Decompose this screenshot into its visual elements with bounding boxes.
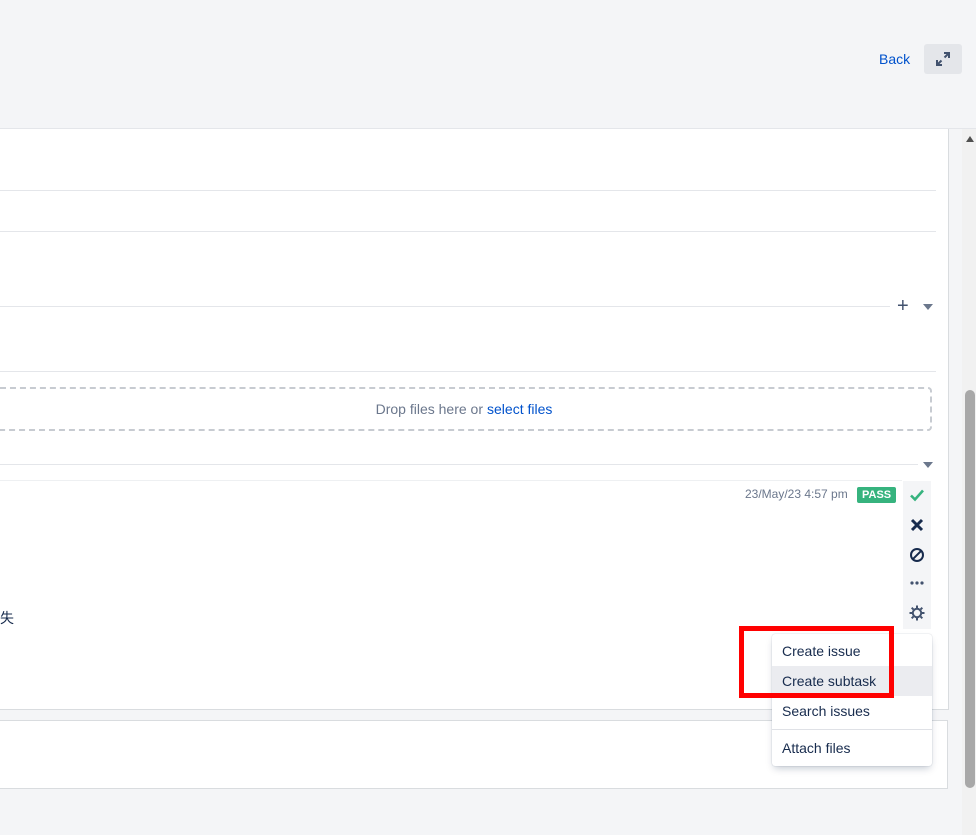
menu-item-create-subtask[interactable]: Create subtask: [772, 666, 932, 696]
blocked-button[interactable]: [907, 545, 927, 565]
settings-gear-icon: [909, 605, 925, 621]
divider: [0, 231, 936, 232]
back-link[interactable]: Back: [879, 51, 910, 67]
divider: [0, 190, 936, 191]
fail-button[interactable]: [907, 515, 927, 535]
execution-timestamp: 23/May/23 4:57 pm: [745, 487, 848, 501]
drop-text: Drop files here or: [375, 401, 484, 417]
chevron-down-icon[interactable]: [923, 304, 933, 310]
pass-button[interactable]: [907, 485, 927, 505]
chevron-down-icon[interactable]: [923, 462, 933, 468]
more-ellipsis-icon: [910, 581, 924, 585]
add-plus-icon[interactable]: +: [897, 296, 909, 316]
scroll-up-arrow-icon[interactable]: [966, 136, 974, 142]
file-drop-zone[interactable]: Drop files here or select files: [0, 387, 932, 431]
pass-check-icon: [910, 489, 924, 502]
divider: [0, 306, 890, 307]
status-badge: PASS: [857, 487, 897, 503]
scrollbar-thumb[interactable]: [965, 390, 975, 788]
text-fragment: 失: [0, 610, 14, 626]
execution-actions: [903, 481, 931, 629]
more-button[interactable]: [907, 573, 927, 593]
settings-dropdown-menu: Create issue Create subtask Search issue…: [772, 634, 932, 766]
select-files-link[interactable]: select files: [487, 401, 552, 417]
menu-item-attach-files[interactable]: Attach files: [772, 733, 932, 763]
expand-button[interactable]: [924, 44, 962, 74]
blocked-icon: [910, 548, 924, 562]
top-bar: Back: [0, 0, 976, 129]
fail-x-icon: [910, 518, 924, 532]
menu-separator: [772, 729, 932, 730]
settings-button[interactable]: [907, 603, 927, 623]
menu-item-search-issues[interactable]: Search issues: [772, 696, 932, 726]
expand-arrows-icon: [936, 52, 950, 66]
divider: [0, 464, 918, 465]
divider: [0, 371, 936, 372]
menu-item-create-issue[interactable]: Create issue: [772, 636, 932, 666]
divider: [0, 480, 902, 481]
